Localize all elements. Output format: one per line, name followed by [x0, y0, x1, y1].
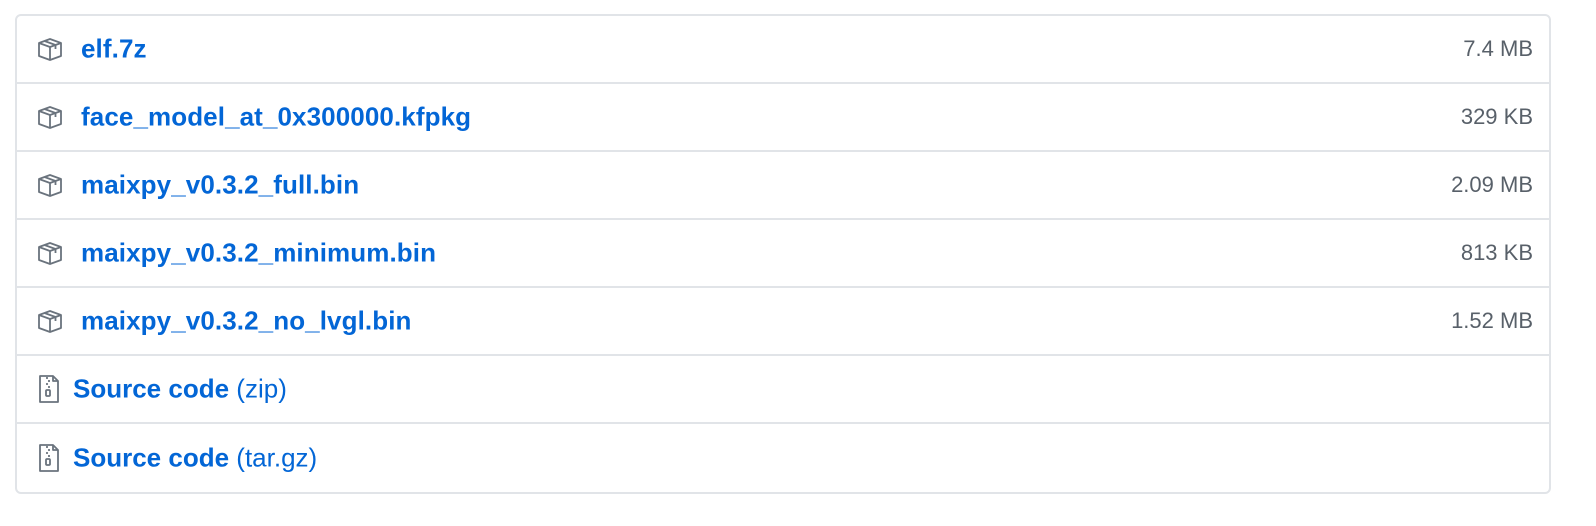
asset-size: 329 KB: [1460, 104, 1533, 129]
asset-row: maixpy_v0.3.2_full.bin 2.09 MB: [17, 152, 1549, 220]
asset-size: 7.4 MB: [1463, 36, 1533, 61]
source-code-label: Source code: [73, 442, 230, 473]
asset-row: face_model_at_0x300000.kfpkg 329 KB: [17, 84, 1549, 152]
source-code-format: (zip): [236, 373, 287, 404]
asset-row: maixpy_v0.3.2_no_lvgl.bin 1.52 MB: [17, 288, 1549, 356]
asset-row: elf.7z 7.4 MB: [17, 16, 1549, 84]
asset-link-elf[interactable]: elf.7z: [81, 34, 147, 65]
asset-row: maixpy_v0.3.2_minimum.bin 813 KB: [17, 220, 1549, 288]
asset-row: Source code (tar.gz): [17, 424, 1549, 492]
source-code-label: Source code: [73, 373, 230, 404]
source-code-zip-link[interactable]: Source code (zip): [73, 374, 287, 405]
asset-link-face-model[interactable]: face_model_at_0x300000.kfpkg: [81, 102, 471, 133]
asset-size: 813 KB: [1460, 240, 1533, 265]
asset-link-maixpy-minimum[interactable]: maixpy_v0.3.2_minimum.bin: [81, 238, 436, 269]
source-code-format: (tar.gz): [236, 442, 318, 473]
release-assets-list: elf.7z 7.4 MB face_model_at_0x300000.kfp…: [15, 14, 1551, 494]
asset-link-maixpy-no-lvgl[interactable]: maixpy_v0.3.2_no_lvgl.bin: [81, 306, 412, 337]
asset-row: Source code (zip): [17, 356, 1549, 424]
source-code-tar-gz-link[interactable]: Source code (tar.gz): [73, 443, 317, 474]
asset-size: 2.09 MB: [1451, 172, 1533, 197]
asset-size: 1.52 MB: [1451, 308, 1533, 333]
asset-link-maixpy-full[interactable]: maixpy_v0.3.2_full.bin: [81, 170, 359, 201]
